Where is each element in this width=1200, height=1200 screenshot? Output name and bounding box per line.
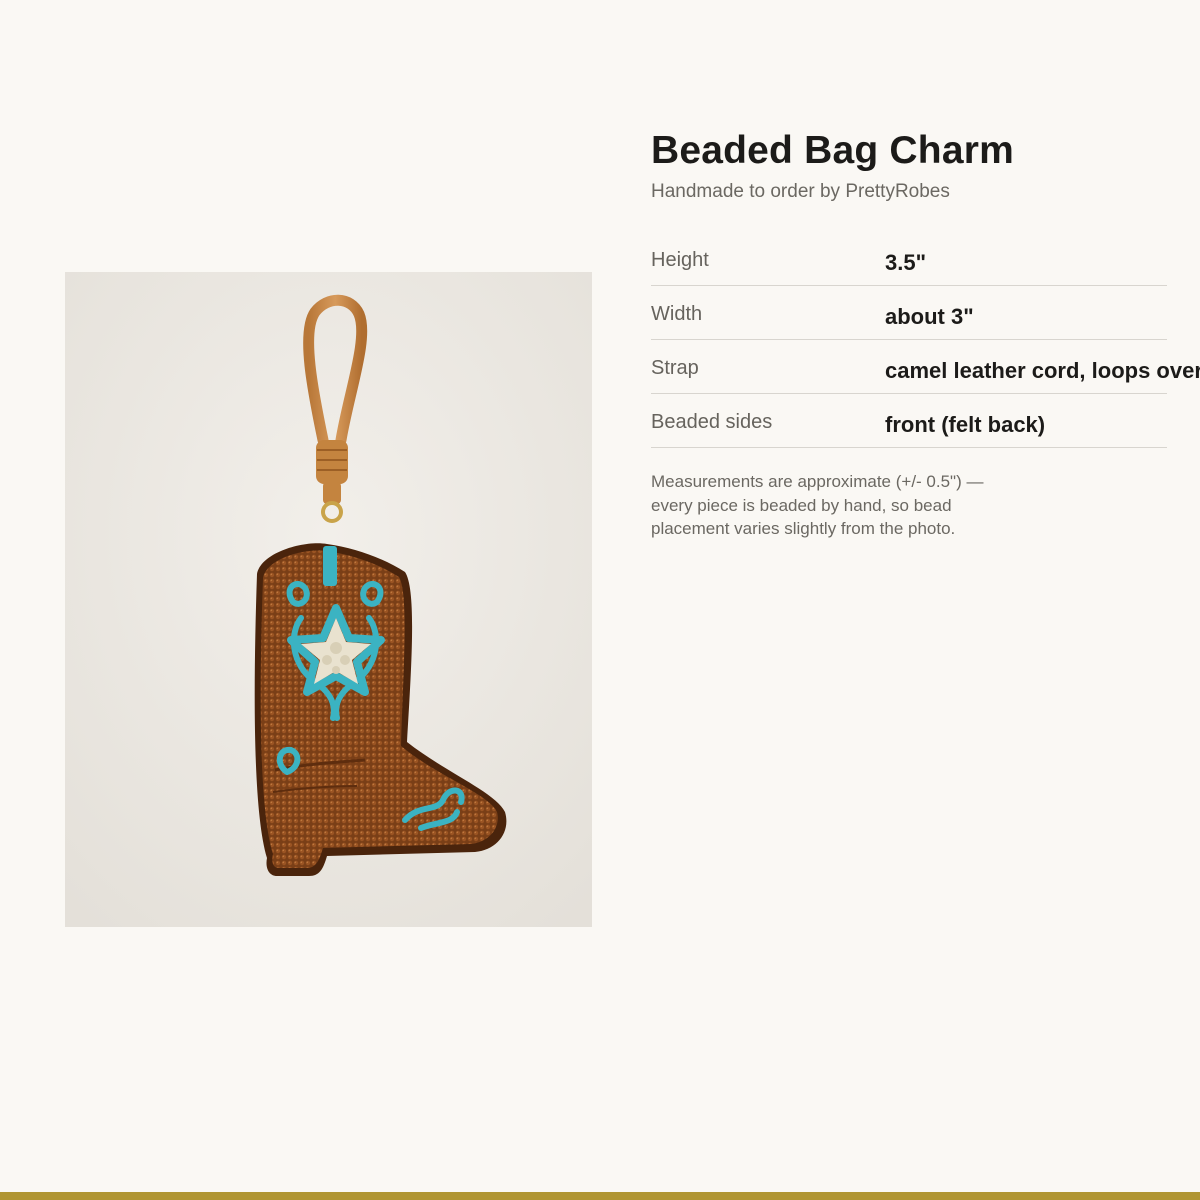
spec-row-width: Width about 3" (651, 286, 1167, 340)
measurement-footnote: Measurements are approximate (+/- 0.5") … (651, 472, 984, 538)
maker-subtitle: Handmade to order by PrettyRobes (651, 181, 950, 202)
spec-value: about 3" (885, 304, 974, 329)
spec-row-beaded-sides: Beaded sides front (felt back) (651, 394, 1167, 448)
product-photo (65, 272, 592, 927)
spec-label: Strap (651, 357, 699, 379)
accent-band (0, 1192, 1200, 1200)
spec-value: front (felt back) (885, 412, 1046, 437)
page-title: Beaded Bag Charm (651, 129, 1014, 172)
spec-label: Width (651, 303, 703, 325)
spec-row-height: Height 3.5" (651, 232, 1167, 286)
spec-row-strap: Strap camel leather cord, loops over (651, 340, 1200, 394)
spec-value: 3.5" (885, 250, 927, 275)
spec-table: Height 3.5" Width about 3" Strap camel l… (651, 232, 1200, 448)
spec-label: Height (651, 249, 709, 271)
product-details: Beaded Bag Charm Handmade to order by Pr… (651, 128, 1200, 558)
spec-label: Beaded sides (651, 411, 773, 433)
spec-value: camel leather cord, loops over (885, 358, 1200, 383)
boot-charm-image (65, 272, 592, 927)
